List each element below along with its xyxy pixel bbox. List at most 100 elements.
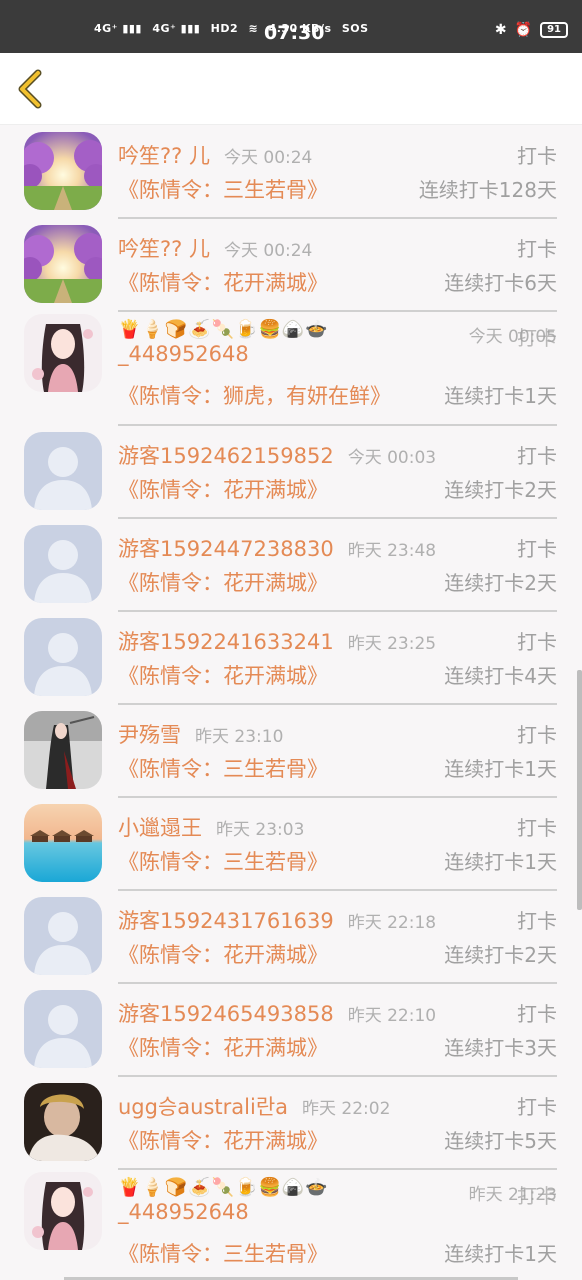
list-item[interactable]: 吟笙?? 儿今天 00:24打卡《陈情令：三生若骨》连续打卡128天 <box>0 126 582 219</box>
streak-count: 连续打卡1天 <box>444 380 557 409</box>
user-name[interactable]: 小邋遢王昨天 23:03 <box>118 812 304 842</box>
avatar[interactable] <box>24 897 102 975</box>
list-item-content: 游客1592462159852今天 00:03打卡《陈情令：花开满城》连续打卡2… <box>118 426 557 519</box>
wifi-icon: ≋ <box>249 22 259 35</box>
avatar[interactable] <box>24 314 102 392</box>
user-name[interactable]: ugg승australi란a 昨天 22:02 <box>118 1091 390 1121</box>
user-name[interactable]: 吟笙?? 儿今天 00:24 <box>118 140 312 170</box>
scrollbar[interactable] <box>577 670 582 910</box>
user-name[interactable]: 游客1592431761639昨天 22:18 <box>118 905 436 935</box>
avatar[interactable] <box>24 225 102 303</box>
list-item-content: 吟笙?? 儿今天 00:24打卡《陈情令：三生若骨》连续打卡128天 <box>118 126 557 219</box>
list-item[interactable]: 游客1592465493858昨天 22:10打卡《陈情令：花开满城》连续打卡3… <box>0 984 582 1077</box>
back-button[interactable] <box>14 69 48 109</box>
hd-icon: HD2 <box>211 22 239 35</box>
user-name-text: 游客1592465493858 <box>118 1002 334 1026</box>
avatar[interactable] <box>24 525 102 603</box>
timestamp: 昨天 22:02 <box>302 1099 390 1119</box>
battery-icon: 91 <box>540 22 568 38</box>
user-id: _448952648 <box>118 1200 329 1224</box>
list-item[interactable]: 游客1592431761639昨天 22:18 打卡《陈情令：花开满城》 连续打卡2… <box>0 891 582 984</box>
book-title[interactable]: 《陈情令：花开满城》 <box>118 939 328 969</box>
book-title[interactable]: 《陈情令：花开满城》 <box>118 1125 328 1155</box>
checkin-label: 打卡 <box>517 905 557 934</box>
top-bar <box>0 53 582 125</box>
list-item[interactable]: 吟笙?? 儿今天 00:24 打卡《陈情令：花开满城》 连续打卡6天 <box>0 219 582 312</box>
user-name[interactable]: 游客1592447238830 昨天 23:48 <box>118 533 436 563</box>
streak-count: 连续打卡2天 <box>444 939 557 968</box>
user-name[interactable]: 游客1592462159852 今天 00:03 <box>118 440 436 470</box>
avatar[interactable] <box>24 132 102 210</box>
network-indicators: 4G⁺ ▮▮▮ 4G⁺ ▮▮▮ HD2 ≋ 4.30 KB/s SOS <box>94 22 375 35</box>
list-item-content: 游客1592447238830昨天 23:48打卡《陈情令：花开满城》连续打卡2… <box>118 519 557 612</box>
timestamp: 昨天 22:10 <box>348 1006 436 1026</box>
streak-count: 连续打卡3天 <box>444 1032 557 1061</box>
book-title[interactable]: 《陈情令：三生若骨》 <box>118 753 328 783</box>
checkin-label: 打卡 <box>517 233 557 262</box>
list-item[interactable]: 🍟🍦🍞🍝🍡🍺🍔🍙🍲_448952648昨天 21:23打卡《陈情令：三生若骨》连… <box>0 1170 582 1280</box>
list-item[interactable]: 游客1592447238830昨天 23:48打卡《陈情令：花开满城》连续打卡2… <box>0 519 582 612</box>
list-item[interactable]: 游客1592241633241昨天 23:25打卡《陈情令：花开满城》连续打卡4… <box>0 612 582 705</box>
list-item[interactable]: 游客1592462159852今天 00:03打卡《陈情令：花开满城》连续打卡2… <box>0 426 582 519</box>
user-name[interactable]: 🍟🍦🍞🍝🍡🍺🍔🍙🍲_448952648 <box>118 1174 329 1224</box>
checkin-list[interactable]: 吟笙?? 儿今天 00:24打卡《陈情令：三生若骨》连续打卡128天吟笙?? 儿… <box>0 126 582 1280</box>
book-title[interactable]: 《陈情令：狮虎，有妍在鲜》 <box>118 380 391 410</box>
book-title[interactable]: 《陈情令：花开满城》 <box>118 474 328 504</box>
timestamp: 今天 00:03 <box>348 448 436 468</box>
user-name-text: 吟笙?? 儿 <box>118 144 210 168</box>
avatar[interactable] <box>24 618 102 696</box>
clock: 07:30 <box>264 22 324 44</box>
list-item-content: 吟笙?? 儿今天 00:24 打卡《陈情令：花开满城》 连续打卡6天 <box>118 219 557 312</box>
book-title[interactable]: 《陈情令：花开满城》 <box>118 267 328 297</box>
user-name[interactable]: 尹殇雪昨天 23:10 <box>118 719 283 749</box>
list-item[interactable]: 尹殇雪昨天 23:10打卡《陈情令：三生若骨》连续打卡1天 <box>0 705 582 798</box>
signal-icon: 4G⁺ ▮▮▮ <box>94 22 142 35</box>
user-name[interactable]: 🍟🍦🍞🍝🍡🍺🍔🍙🍲_448952648 <box>118 316 329 366</box>
book-title[interactable]: 《陈情令：花开满城》 <box>118 567 328 597</box>
avatar[interactable] <box>24 804 102 882</box>
user-name-text: 游客1592462159852 <box>118 444 334 468</box>
book-title[interactable]: 《陈情令：三生若骨》 <box>118 846 328 876</box>
book-title[interactable]: 《陈情令：花开满城》 <box>118 660 328 690</box>
book-title[interactable]: 《陈情令：花开满城》 <box>118 1032 328 1062</box>
list-item-content: ugg승australi란a 昨天 22:02 打卡《陈情令：花开满城》 连续打卡5天 <box>118 1077 557 1170</box>
streak-count: 连续打卡6天 <box>444 267 557 296</box>
alarm-icon: ⏰ <box>515 22 532 38</box>
avatar[interactable] <box>24 432 102 510</box>
checkin-label: 打卡 <box>517 1091 557 1120</box>
list-item[interactable]: ugg승australi란a 昨天 22:02 打卡《陈情令：花开满城》 连续打卡5天 <box>0 1077 582 1170</box>
status-bar: 4G⁺ ▮▮▮ 4G⁺ ▮▮▮ HD2 ≋ 4.30 KB/s SOS 07:3… <box>0 0 582 53</box>
streak-count: 连续打卡1天 <box>444 846 557 875</box>
avatar[interactable] <box>24 1083 102 1161</box>
user-name-text: 游客1592447238830 <box>118 537 334 561</box>
user-name[interactable]: 游客1592465493858 昨天 22:10 <box>118 998 436 1028</box>
streak-count: 连续打卡128天 <box>419 174 557 203</box>
avatar[interactable] <box>24 990 102 1068</box>
chevron-left-icon <box>14 69 48 109</box>
user-name[interactable]: 游客1592241633241 昨天 23:25 <box>118 626 436 656</box>
user-name[interactable]: 吟笙?? 儿今天 00:24 <box>118 233 312 263</box>
streak-count: 连续打卡2天 <box>444 474 557 503</box>
streak-count: 连续打卡5天 <box>444 1125 557 1154</box>
checkin-label: 打卡 <box>517 1180 557 1209</box>
list-item-content: 游客1592431761639昨天 22:18 打卡《陈情令：花开满城》 连续打卡2… <box>118 891 557 984</box>
book-title[interactable]: 《陈情令：三生若骨》 <box>118 1238 328 1268</box>
streak-count: 连续打卡1天 <box>444 1238 557 1267</box>
list-item-content: 游客1592465493858昨天 22:10打卡《陈情令：花开满城》连续打卡3… <box>118 984 557 1077</box>
user-name-text: ugg승australi란a <box>118 1095 288 1119</box>
sos-icon: SOS <box>342 22 369 35</box>
book-title[interactable]: 《陈情令：三生若骨》 <box>118 174 328 204</box>
user-name-text: 吟笙?? 儿 <box>118 237 210 261</box>
avatar[interactable] <box>24 711 102 789</box>
avatar[interactable] <box>24 1172 102 1250</box>
timestamp: 昨天 23:10 <box>195 727 283 747</box>
timestamp: 昨天 23:48 <box>348 541 436 561</box>
timestamp: 昨天 23:03 <box>216 820 304 840</box>
user-name-text: 游客1592241633241 <box>118 630 334 654</box>
user-id: _448952648 <box>118 342 329 366</box>
list-item[interactable]: 小邋遢王昨天 23:03打卡《陈情令：三生若骨》连续打卡1天 <box>0 798 582 891</box>
timestamp: 今天 00:24 <box>224 148 312 168</box>
timestamp: 昨天 23:25 <box>348 634 436 654</box>
list-item[interactable]: 🍟🍦🍞🍝🍡🍺🍔🍙🍲_448952648今天 00:05打卡《陈情令：狮虎，有妍在… <box>0 312 582 426</box>
user-name-text: 尹殇雪 <box>118 723 181 747</box>
